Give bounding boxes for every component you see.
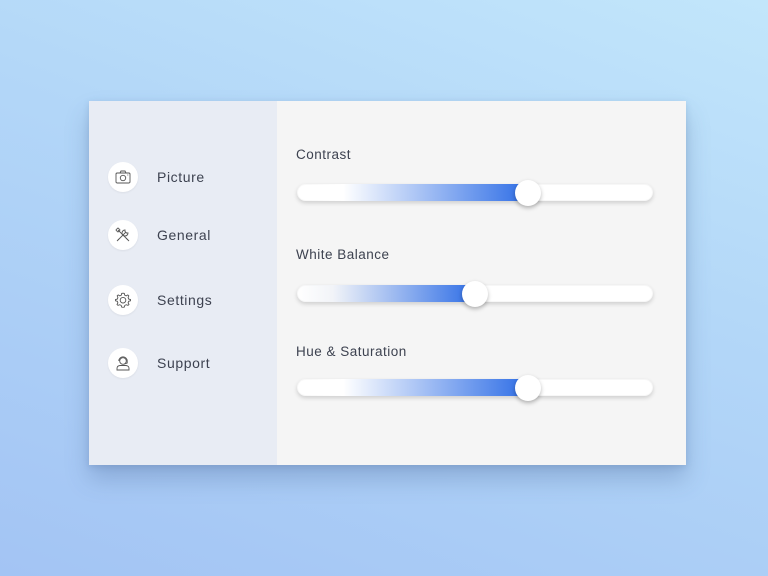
settings-panel: Picture General Settings Support Contras… (89, 101, 686, 465)
contrast-label: Contrast (296, 147, 352, 162)
white-balance-slider-fill (297, 285, 475, 302)
sidebar-item-label: Settings (157, 292, 213, 308)
tools-icon (108, 220, 138, 250)
sidebar-item-general[interactable]: General (108, 220, 211, 250)
hue-saturation-slider[interactable] (297, 374, 653, 401)
contrast-slider-fill (297, 184, 529, 201)
sidebar-item-support[interactable]: Support (108, 348, 210, 378)
sidebar-item-label: Picture (157, 169, 205, 185)
sidebar: Picture General Settings Support (89, 101, 277, 465)
white-balance-label: White Balance (296, 247, 390, 262)
content-area: Contrast White Balance Hue & Saturation (277, 101, 686, 465)
hue-saturation-slider-thumb[interactable] (515, 374, 542, 401)
contrast-slider-thumb[interactable] (515, 179, 542, 206)
support-agent-icon (108, 348, 138, 378)
sidebar-item-label: Support (157, 355, 211, 371)
white-balance-slider[interactable] (297, 280, 653, 307)
hue-saturation-label: Hue & Saturation (296, 344, 407, 359)
contrast-slider[interactable] (297, 179, 653, 206)
white-balance-slider-thumb[interactable] (462, 280, 488, 307)
sidebar-item-picture[interactable]: Picture (108, 162, 205, 192)
hue-saturation-slider-fill (297, 379, 529, 396)
gear-icon (108, 285, 138, 315)
sidebar-item-label: General (157, 227, 212, 243)
camera-icon (108, 162, 138, 192)
sidebar-item-settings[interactable]: Settings (108, 285, 212, 315)
